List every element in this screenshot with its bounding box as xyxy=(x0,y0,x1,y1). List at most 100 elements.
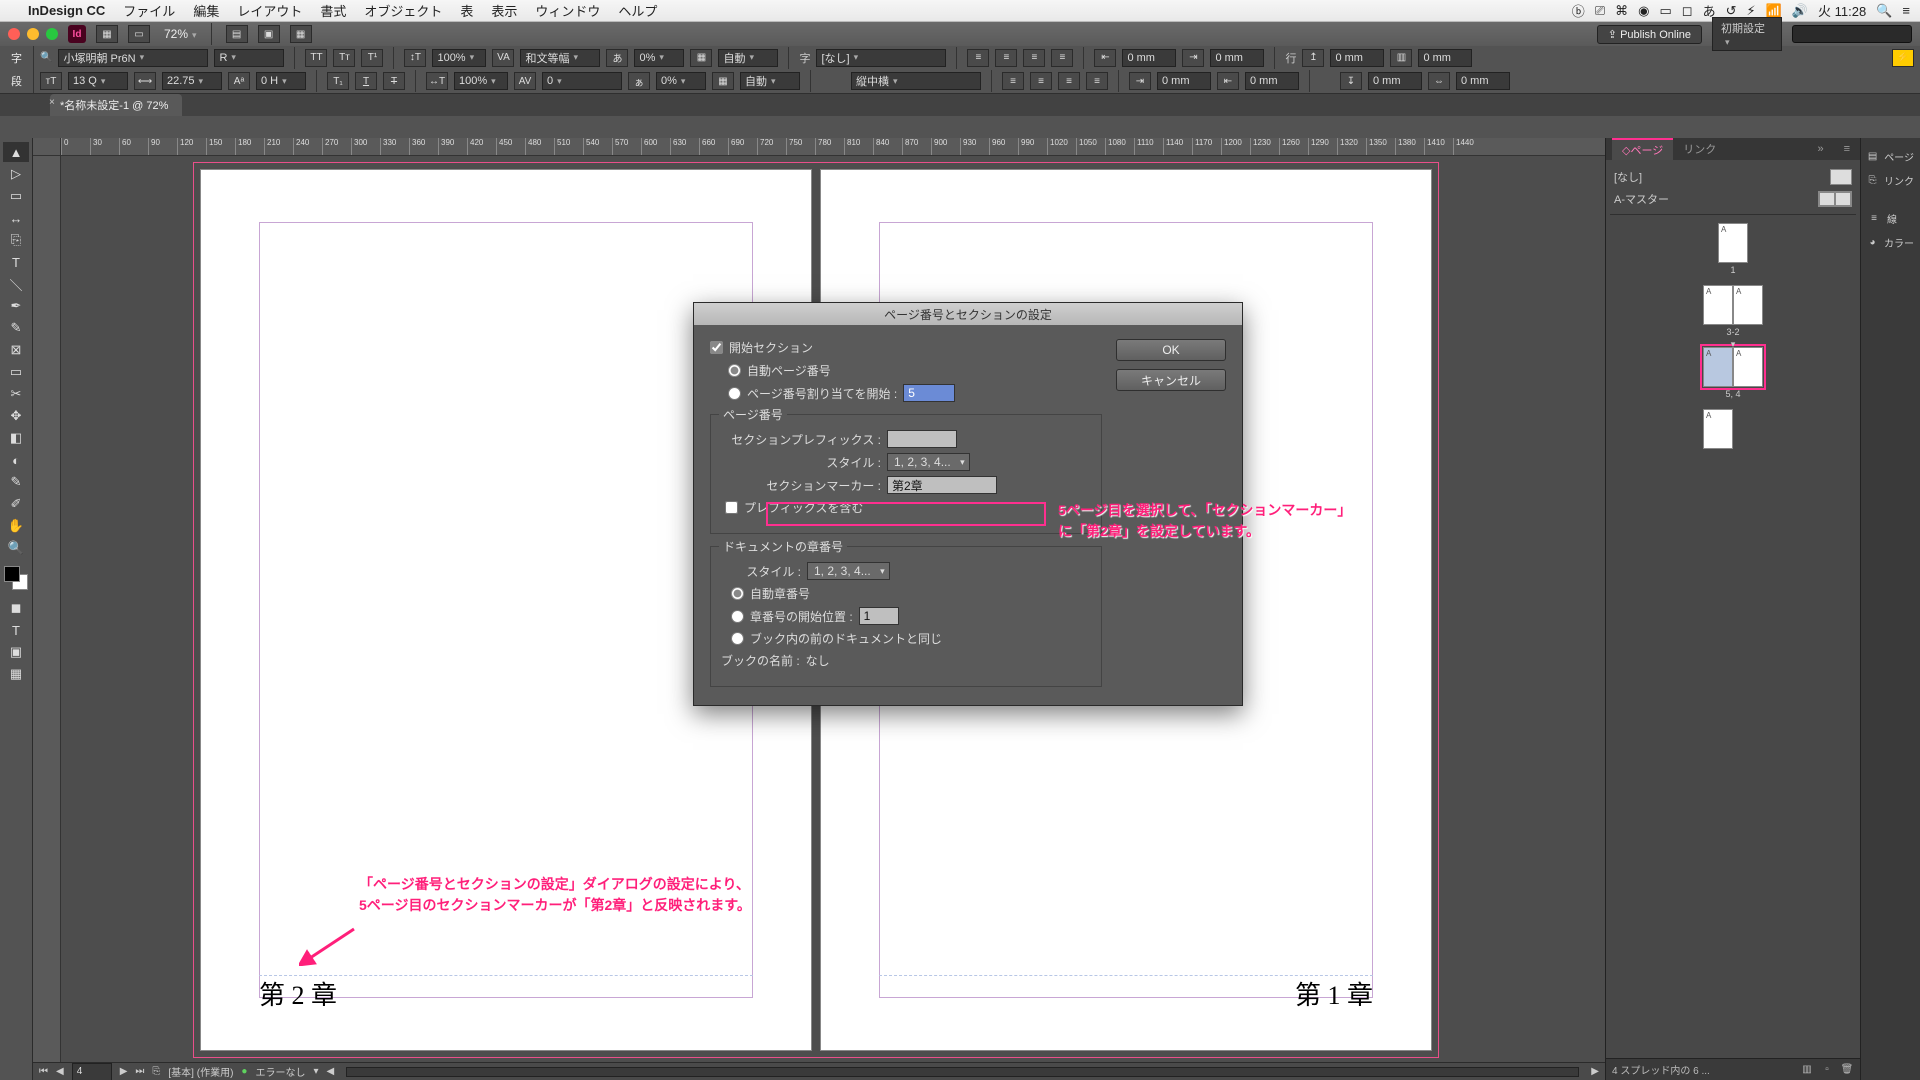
tracking-field[interactable]: 0 xyxy=(542,72,622,90)
tsume-field[interactable]: 0% xyxy=(634,49,684,67)
delete-page-icon[interactable]: 🗑 xyxy=(1840,1063,1854,1077)
font-size-field[interactable]: 13 Q xyxy=(68,72,128,90)
cancel-button[interactable]: キャンセル xyxy=(1116,369,1226,391)
smallcaps-icon[interactable]: Tᴛ xyxy=(333,49,355,67)
menu-help[interactable]: ヘルプ xyxy=(618,1,657,20)
type-tool[interactable]: T xyxy=(3,252,29,272)
scissors-tool[interactable]: ✂ xyxy=(3,384,29,404)
super-icon[interactable]: T¹ xyxy=(361,49,383,67)
status-icon[interactable]: ⎚ xyxy=(1595,3,1605,19)
rectangle-frame-tool[interactable]: ⊠ xyxy=(3,340,29,360)
content-collector-tool[interactable]: ⎘ xyxy=(3,230,29,250)
char-mode-button[interactable]: 字 xyxy=(0,46,34,70)
gap-tool[interactable]: ↔ xyxy=(3,208,29,228)
ok-button[interactable]: OK xyxy=(1116,339,1226,361)
status-icon[interactable]: ◉ xyxy=(1638,3,1649,19)
status-icon[interactable]: ▭ xyxy=(1660,3,1672,19)
start-page-number-field[interactable] xyxy=(903,384,955,402)
scale-v-field[interactable]: 100% xyxy=(432,49,486,67)
gradient-feather-tool[interactable]: ◐ xyxy=(3,450,29,470)
page-thumb-2[interactable]: A xyxy=(1733,285,1763,325)
align-c-icon[interactable]: ≡ xyxy=(995,49,1017,67)
para-mode-button[interactable]: 段 xyxy=(0,70,34,94)
master-a-thumb[interactable] xyxy=(1818,191,1852,207)
menu-view[interactable]: 表示 xyxy=(491,1,517,20)
menu-file[interactable]: ファイル xyxy=(123,1,175,20)
same-as-prev-radio[interactable]: ブック内の前のドキュメントと同じ xyxy=(721,630,1091,647)
font-family-field[interactable]: 小塚明朝 Pr6N xyxy=(58,49,208,67)
master-none-thumb[interactable] xyxy=(1830,169,1852,185)
free-transform-tool[interactable]: ✥ xyxy=(3,406,29,426)
direct-select-tool[interactable]: ▷ xyxy=(3,164,29,184)
ruler-origin[interactable] xyxy=(33,138,61,156)
status-icon[interactable]: ⌘ xyxy=(1615,3,1628,19)
chapter-start-field[interactable] xyxy=(859,607,899,625)
page-tool[interactable]: ▭ xyxy=(3,186,29,206)
grid2-field[interactable]: 自動 xyxy=(740,72,800,90)
indent-left-field[interactable]: 0 mm xyxy=(1122,49,1176,67)
clock[interactable]: 火 11:28 xyxy=(1818,1,1866,20)
page-thumb-3[interactable]: A xyxy=(1703,285,1733,325)
status-preflight[interactable]: エラーなし xyxy=(255,1064,305,1079)
strike-icon[interactable]: T xyxy=(383,72,405,90)
align-jl-icon[interactable]: ≡ xyxy=(1002,72,1024,90)
indent-right-field[interactable]: 0 mm xyxy=(1157,72,1211,90)
start-page-number-radio[interactable]: ページ番号割り当てを開始 : xyxy=(728,384,1102,402)
align-jc-icon[interactable]: ≡ xyxy=(1030,72,1052,90)
note-tool[interactable]: ✎ xyxy=(3,472,29,492)
minimize-button[interactable] xyxy=(27,28,39,40)
app-name[interactable]: InDesign CC xyxy=(28,3,105,18)
fill-stroke-swatch[interactable] xyxy=(4,566,28,590)
scale-h-field[interactable]: 100% xyxy=(454,72,508,90)
include-prefix-checkbox[interactable]: プレフィックスを含む xyxy=(721,499,1091,516)
menu-object[interactable]: オブジェクト xyxy=(364,1,442,20)
hand-tool[interactable]: ✋ xyxy=(3,516,29,536)
open-icon[interactable]: ⎘ xyxy=(152,1066,160,1077)
flash-icon[interactable]: ⚡ xyxy=(1892,49,1914,67)
zoom-button[interactable] xyxy=(46,28,58,40)
menu-window[interactable]: ウィンドウ xyxy=(535,1,600,20)
screen-mode-preview[interactable]: ▦ xyxy=(3,664,29,684)
gutter-field[interactable]: 0 mm xyxy=(1456,72,1510,90)
screen-mode-icon[interactable]: ▣ xyxy=(258,25,280,43)
master-none[interactable]: [なし] xyxy=(1614,169,1642,185)
page-style-dropdown[interactable]: 1, 2, 3, 4... xyxy=(887,453,970,471)
strip-stroke[interactable]: ≡線 xyxy=(1861,206,1920,230)
font-weight-field[interactable]: R xyxy=(214,49,284,67)
volume-icon[interactable]: 🔊 xyxy=(1792,3,1808,19)
menu-type[interactable]: 書式 xyxy=(320,1,346,20)
chapter-start-radio[interactable]: 章番号の開始位置 : xyxy=(721,607,1091,625)
aki-field[interactable]: 0% xyxy=(656,72,706,90)
pen-tool[interactable]: ✒ xyxy=(3,296,29,316)
align-jr-icon[interactable]: ≡ xyxy=(1058,72,1080,90)
panel-menu-icon[interactable]: ≡ xyxy=(1834,138,1860,160)
spotlight-icon[interactable]: 🔍 xyxy=(1876,3,1892,19)
close-tab-icon[interactable]: × xyxy=(49,97,55,108)
gradient-swatch-tool[interactable]: ◧ xyxy=(3,428,29,448)
strip-color[interactable]: ◕カラー xyxy=(1861,230,1920,254)
ruler-vertical[interactable] xyxy=(33,156,61,1062)
underline-icon[interactable]: T xyxy=(355,72,377,90)
arrange-icon[interactable]: ▭ xyxy=(128,25,150,43)
indent-first-field[interactable]: 0 mm xyxy=(1210,49,1264,67)
menu-layout[interactable]: レイアウト xyxy=(237,1,302,20)
kerning-field[interactable]: 和文等幅 xyxy=(520,49,600,67)
section-marker-field[interactable] xyxy=(887,476,997,494)
bridge-icon[interactable]: ▦ xyxy=(96,25,118,43)
jikumi-field[interactable]: [なし] xyxy=(816,49,946,67)
align-l-icon[interactable]: ≡ xyxy=(967,49,989,67)
tab-links[interactable]: リンク xyxy=(1673,138,1726,160)
edit-page-size-icon[interactable]: ▥ xyxy=(1800,1063,1814,1077)
rectangle-tool[interactable]: ▭ xyxy=(3,362,29,382)
align-j-icon[interactable]: ≡ xyxy=(1051,49,1073,67)
leading-field[interactable]: 22.75 xyxy=(162,72,222,90)
cols-field[interactable]: 0 mm xyxy=(1418,49,1472,67)
menu-table[interactable]: 表 xyxy=(460,1,473,20)
menu-icon[interactable]: ≡ xyxy=(1902,3,1910,18)
auto-chapter-radio[interactable]: 自動章番号 xyxy=(721,585,1091,602)
tategaki-field[interactable]: 縦中横 xyxy=(851,72,981,90)
auto-page-number-radio[interactable]: 自動ページ番号 xyxy=(728,362,1102,379)
baseline-field[interactable]: 0 H xyxy=(256,72,306,90)
page-nav-field[interactable]: 4 xyxy=(72,1063,112,1080)
master-a[interactable]: A-マスター xyxy=(1614,191,1669,207)
